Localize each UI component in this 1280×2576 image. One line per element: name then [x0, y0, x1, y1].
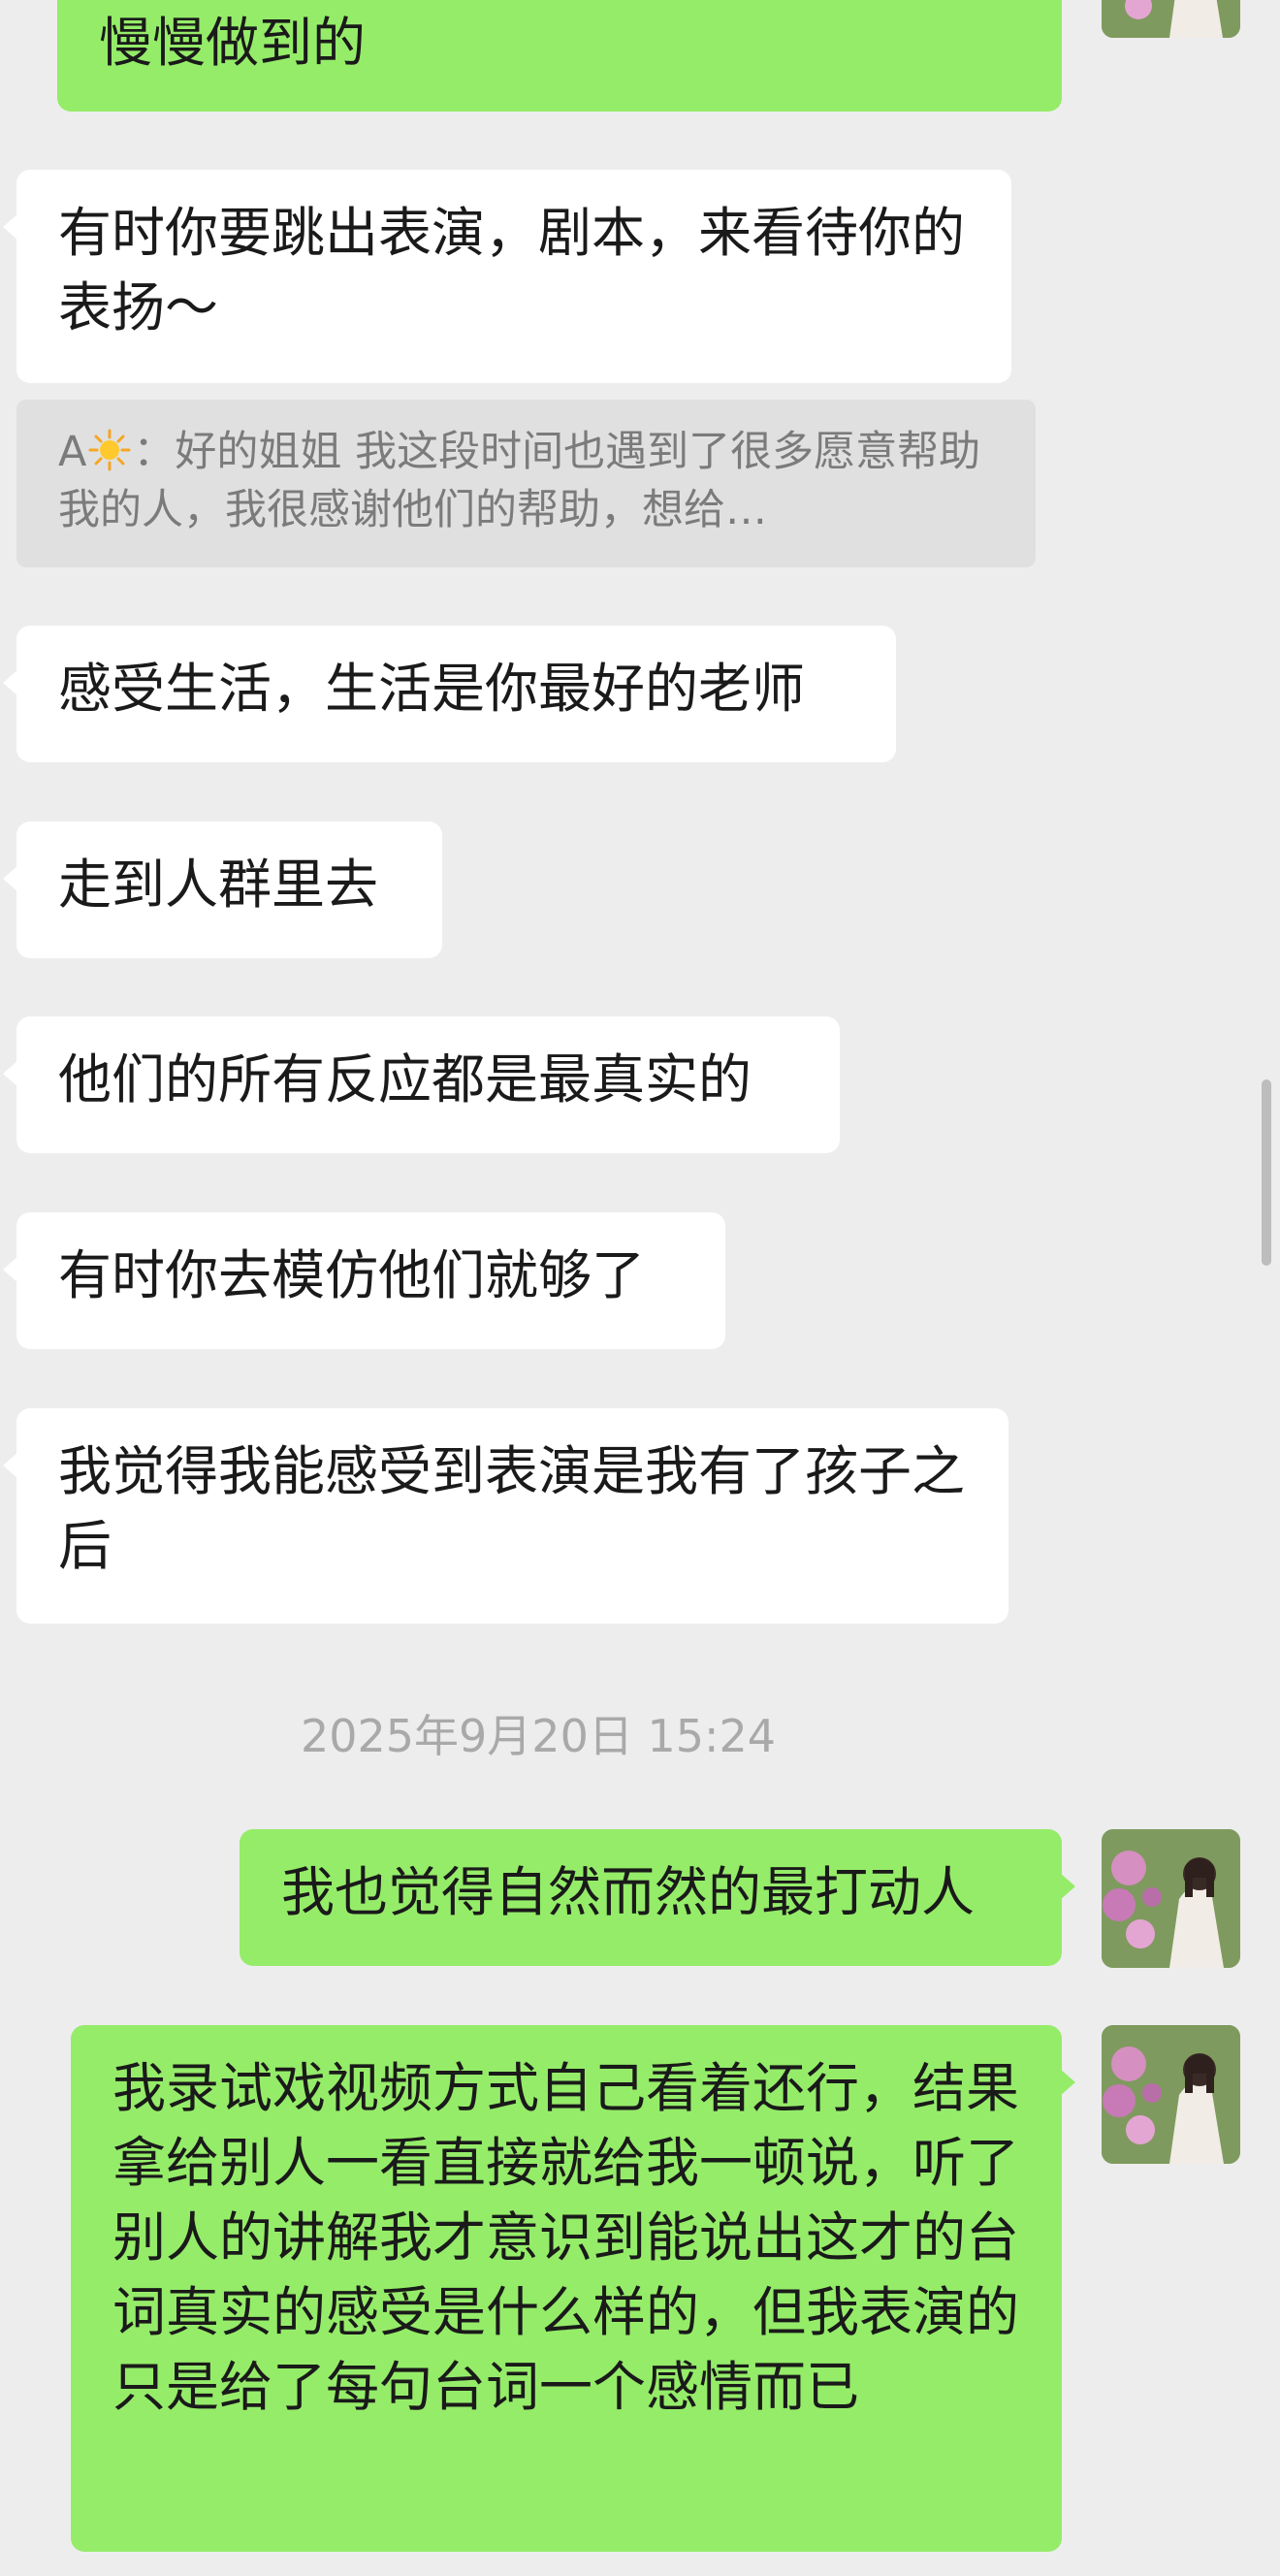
message-text: 他们的所有反应都是最真实的 [58, 1048, 752, 1111]
incoming-message[interactable]: 走到人群里去 [3, 821, 442, 958]
message-text: 有时你要跳出表演，剧本，来看待你的表扬～ [58, 202, 966, 338]
message-text: 慢慢做到的 [99, 12, 367, 74]
avatar-photo [1102, 0, 1240, 38]
message-timestamp: 2025年9月20日 15:24 [300, 1710, 777, 1762]
quote-text: A ：好的姐姐 我这段时间也遇到了很多愿意帮助我的人，我很感谢他们的帮助，想给… [58, 423, 994, 539]
avatar[interactable] [1102, 1829, 1240, 1968]
chat-message-list[interactable]: 慢慢做到的 有时你要跳出表演，剧本，来看待你的表扬～ A ：好的姐姐 我这段时间… [0, 0, 1280, 2576]
quoted-reply[interactable]: A ：好的姐姐 我这段时间也遇到了很多愿意帮助我的人，我很感谢他们的帮助，想给… [16, 400, 1036, 567]
message-text: 有时你去模仿他们就够了 [58, 1244, 646, 1306]
avatar[interactable] [1102, 0, 1240, 38]
message-text: 走到人群里去 [58, 853, 379, 916]
quote-sender: A [58, 428, 87, 476]
outgoing-message[interactable]: 我也觉得自然而然的最打动人 [240, 1829, 1075, 1966]
incoming-message[interactable]: 感受生活，生活是你最好的老师 [3, 626, 896, 762]
outgoing-message[interactable]: 我录试戏视频方式自己看着还行，结果拿给别人一看直接就给我一顿说，听了别人的讲解我… [71, 2025, 1075, 2552]
incoming-message[interactable]: 有时你去模仿他们就够了 [3, 1212, 725, 1349]
quote-body: ：好的姐姐 我这段时间也遇到了很多愿意帮助我的人，我很感谢他们的帮助，想给… [58, 428, 981, 534]
avatar-photo [1102, 1829, 1240, 1968]
incoming-message[interactable]: 我觉得我能感受到表演是我有了孩子之后 [3, 1408, 1008, 1624]
avatar-photo [1102, 2025, 1240, 2164]
incoming-message[interactable]: 有时你要跳出表演，剧本，来看待你的表扬～ [3, 170, 1011, 383]
outgoing-message[interactable]: 慢慢做到的 [57, 0, 1062, 112]
sun-icon [88, 429, 131, 471]
incoming-message[interactable]: 他们的所有反应都是最真实的 [3, 1016, 840, 1153]
avatar[interactable] [1102, 2025, 1240, 2164]
message-text: 我也觉得自然而然的最打动人 [281, 1861, 976, 1923]
scrollbar[interactable] [1262, 1079, 1271, 1266]
message-text: 我录试戏视频方式自己看着还行，结果拿给别人一看直接就给我一顿说，听了别人的讲解我… [112, 2057, 1020, 2418]
message-text: 我觉得我能感受到表演是我有了孩子之后 [58, 1440, 966, 1577]
message-text: 感受生活，生活是你最好的老师 [58, 658, 806, 720]
